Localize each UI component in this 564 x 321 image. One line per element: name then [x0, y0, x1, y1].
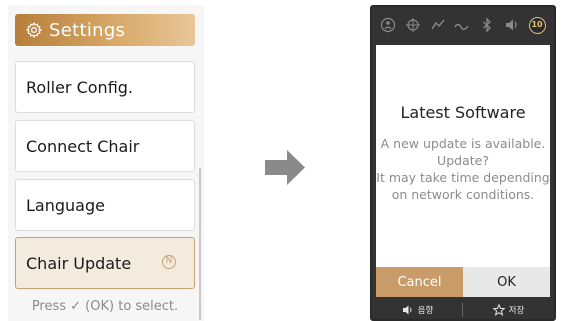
- right-arrow-icon: [265, 150, 305, 185]
- target-icon: [406, 18, 421, 32]
- hint-text: Press ✓ (OK) to select.: [31, 299, 179, 314]
- ok-button[interactable]: OK: [463, 267, 550, 297]
- new-badge: N: [162, 255, 176, 269]
- airbag-icon: [431, 19, 445, 30]
- menu-item-connect-chair[interactable]: Connect Chair: [15, 120, 195, 172]
- menu-item-chair-update[interactable]: Chair Update N: [15, 237, 195, 289]
- sound-button[interactable]: 음향: [372, 304, 463, 316]
- update-dialog: Latest Software A new update is availabl…: [376, 45, 550, 297]
- device-footer: 음향 저장: [372, 299, 554, 321]
- settings-header: Settings: [15, 14, 195, 46]
- device-screen: 10 Latest Software A new update is avail…: [370, 5, 556, 321]
- speaker-icon: [402, 305, 412, 315]
- save-button[interactable]: 저장: [463, 304, 554, 316]
- sound-label: 음향: [417, 306, 434, 316]
- bluetooth-icon: [483, 17, 492, 33]
- menu-item-label: Roller Config.: [26, 77, 134, 97]
- dialog-body-line: A new update is available.: [380, 136, 546, 151]
- gear-icon: [26, 22, 42, 38]
- timer-badge: 10: [528, 16, 546, 34]
- speaker-icon: [505, 19, 517, 31]
- menu-item-label: Language: [26, 195, 105, 215]
- menu-item-label: Chair Update: [26, 253, 132, 273]
- person-icon: [381, 17, 396, 33]
- wave-icon: [454, 23, 470, 30]
- star-icon: [492, 304, 505, 316]
- cancel-button[interactable]: Cancel: [376, 267, 463, 297]
- dialog-body-line: It may take time depending: [376, 170, 550, 185]
- save-label: 저장: [508, 306, 525, 316]
- dialog-body-line: on network conditions.: [391, 187, 535, 202]
- settings-panel: Settings Roller Config. Connect Chair La…: [8, 5, 204, 321]
- status-bar: 10: [372, 7, 554, 43]
- dialog-buttons: Cancel OK: [376, 267, 550, 297]
- menu-item-roller-config[interactable]: Roller Config.: [15, 61, 195, 113]
- menu-item-label: Connect Chair: [26, 136, 140, 156]
- dialog-body-line: Update?: [437, 153, 489, 168]
- dialog-body: A new update is available. Update? It ma…: [376, 135, 550, 203]
- menu-item-language[interactable]: Language: [15, 179, 195, 231]
- dialog-title: Latest Software: [400, 103, 526, 122]
- scrollbar[interactable]: [199, 168, 201, 320]
- footer-divider: [462, 303, 463, 317]
- settings-title: Settings: [49, 19, 126, 41]
